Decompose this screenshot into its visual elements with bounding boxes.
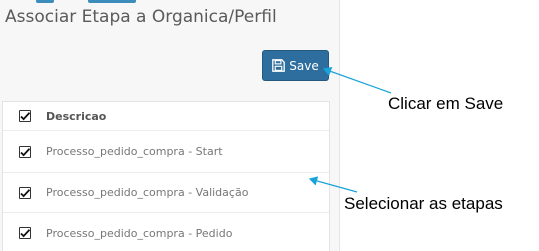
select-steps-hint-label: Selecionar as etapas bbox=[344, 194, 503, 213]
table-row[interactable]: Processo_pedido_compra - Pedido bbox=[3, 213, 329, 251]
select-all-checkbox[interactable] bbox=[18, 110, 31, 122]
floppy-disk-icon bbox=[272, 59, 286, 72]
top-tab-indicator[interactable] bbox=[36, 0, 54, 3]
save-button[interactable]: Save bbox=[262, 50, 329, 81]
top-tab-indicator[interactable] bbox=[88, 0, 136, 3]
checkmark-icon bbox=[19, 112, 30, 121]
row-checkbox[interactable] bbox=[18, 227, 31, 239]
checkmark-icon bbox=[19, 188, 30, 197]
save-button-label: Save bbox=[289, 58, 319, 73]
save-hint-label: Clicar em Save bbox=[388, 94, 504, 113]
row-label: Processo_pedido_compra - Validação bbox=[46, 186, 249, 199]
table-row[interactable]: Processo_pedido_compra - Validação bbox=[3, 173, 329, 213]
steps-grid: Descricao Processo_pedido_compra - Start… bbox=[2, 101, 330, 251]
column-header-descricao[interactable]: Descricao bbox=[46, 110, 106, 123]
checkmark-icon bbox=[19, 229, 30, 238]
checkmark-icon bbox=[19, 147, 30, 156]
row-checkbox[interactable] bbox=[18, 145, 31, 158]
form-panel: Associar Etapa a Organica/Perfil Save De… bbox=[0, 0, 340, 251]
table-row[interactable]: Processo_pedido_compra - Start bbox=[3, 131, 329, 173]
grid-header-row: Descricao bbox=[3, 102, 329, 131]
row-checkbox[interactable] bbox=[18, 186, 31, 199]
page-title: Associar Etapa a Organica/Perfil bbox=[5, 7, 277, 27]
row-label: Processo_pedido_compra - Pedido bbox=[46, 226, 233, 240]
row-label: Processo_pedido_compra - Start bbox=[46, 145, 223, 158]
